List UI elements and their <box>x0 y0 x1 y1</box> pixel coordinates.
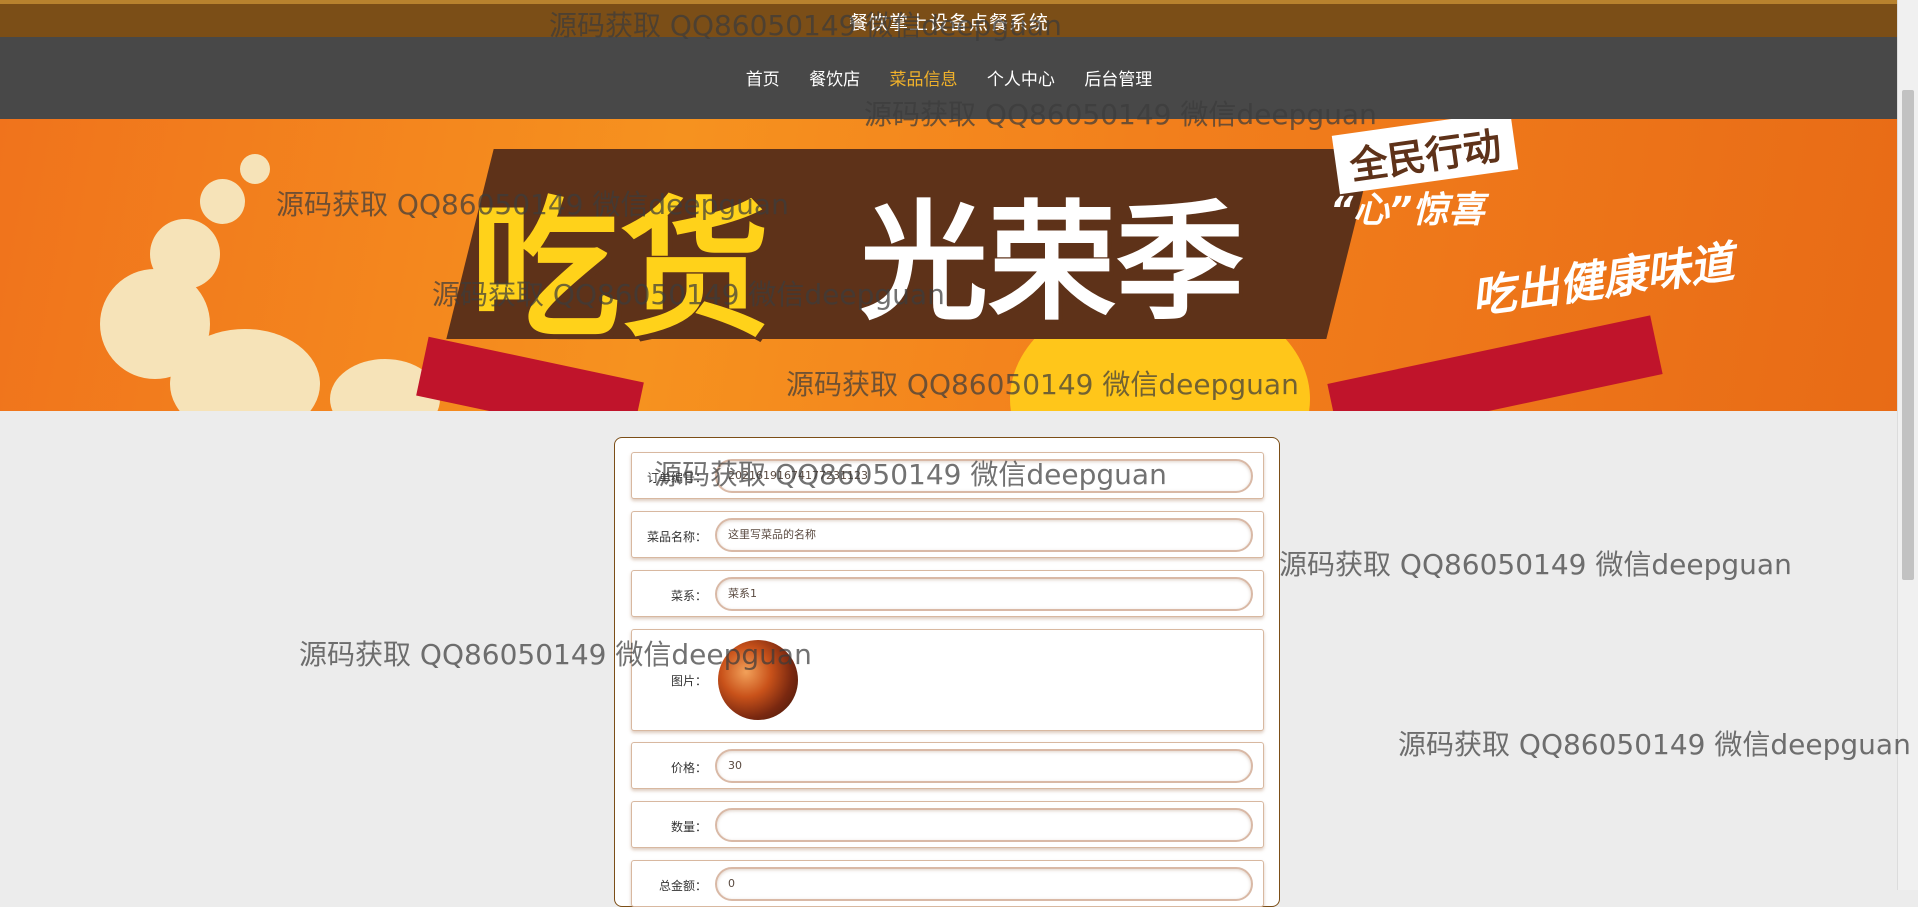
total-amount-row: 总金额： 0 <box>631 860 1264 907</box>
quantity-row: 数量： <box>631 801 1264 848</box>
banner-tagline-mid: “心”惊喜 <box>1330 190 1485 231</box>
total-amount-field[interactable]: 0 <box>715 867 1253 901</box>
quantity-field[interactable] <box>715 808 1253 842</box>
scrollbar-thumb[interactable] <box>1902 90 1914 580</box>
nav-item-admin[interactable]: 后台管理 <box>1084 65 1152 90</box>
cuisine-label: 菜系： <box>670 589 707 603</box>
quantity-label: 数量： <box>670 820 707 834</box>
price-row: 价格： 30 <box>631 742 1264 789</box>
total-amount-label: 总金额： <box>658 879 707 893</box>
promo-banner: 吃货 光荣季 全民行动 “心”惊喜 吃出健康味道 <box>0 119 1898 411</box>
banner-headline-left: 吃货 <box>470 184 771 358</box>
image-label: 图片： <box>670 674 707 688</box>
top-header-bar: 餐饮掌上设备点餐系统 <box>0 0 1898 37</box>
watermark-text: 源码获取 QQ86050149 微信deepguan <box>1398 728 1911 761</box>
banner-cloud-shape <box>150 219 220 289</box>
dish-name-field[interactable]: 这里写菜品的名称 <box>715 518 1253 552</box>
site-title: 餐饮掌上设备点餐系统 <box>848 12 1049 34</box>
nav-item-dishes[interactable]: 菜品信息 <box>890 65 958 90</box>
banner-tagline-right: 吃出健康味道 <box>1468 236 1737 325</box>
cuisine-field[interactable]: 菜系1 <box>715 577 1253 611</box>
nav-item-home[interactable]: 首页 <box>746 65 780 90</box>
main-navigation: 首页 餐饮店 菜品信息 个人中心 后台管理 <box>0 37 1898 119</box>
watermark-text: 源码获取 QQ86050149 微信deepguan <box>1279 548 1792 581</box>
dish-name-row: 菜品名称： 这里写菜品的名称 <box>631 511 1264 558</box>
dish-name-label: 菜品名称： <box>646 530 707 544</box>
image-row: 图片： <box>631 629 1264 731</box>
nav-item-restaurants[interactable]: 餐饮店 <box>809 65 860 90</box>
dish-order-form: 订单编号： 20216191674177231123 菜品名称： 这里写菜品的名… <box>614 437 1280 907</box>
nav-item-profile[interactable]: 个人中心 <box>987 65 1055 90</box>
price-field[interactable]: 30 <box>715 749 1253 783</box>
banner-ribbon-shape <box>1327 315 1663 411</box>
nav-menu: 首页 餐饮店 菜品信息 个人中心 后台管理 <box>0 65 1898 90</box>
order-number-row: 订单编号： 20216191674177231123 <box>631 452 1264 499</box>
banner-headline-main: 光荣季 <box>860 189 1245 338</box>
dish-image <box>718 640 798 720</box>
order-number-field[interactable]: 20216191674177231123 <box>715 459 1253 493</box>
banner-cloud-shape <box>240 154 270 184</box>
banner-cloud-shape <box>200 179 245 224</box>
cuisine-row: 菜系： 菜系1 <box>631 570 1264 617</box>
price-label: 价格： <box>670 761 707 775</box>
page-scrollbar[interactable] <box>1897 0 1918 890</box>
order-number-label: 订单编号： <box>646 471 707 485</box>
